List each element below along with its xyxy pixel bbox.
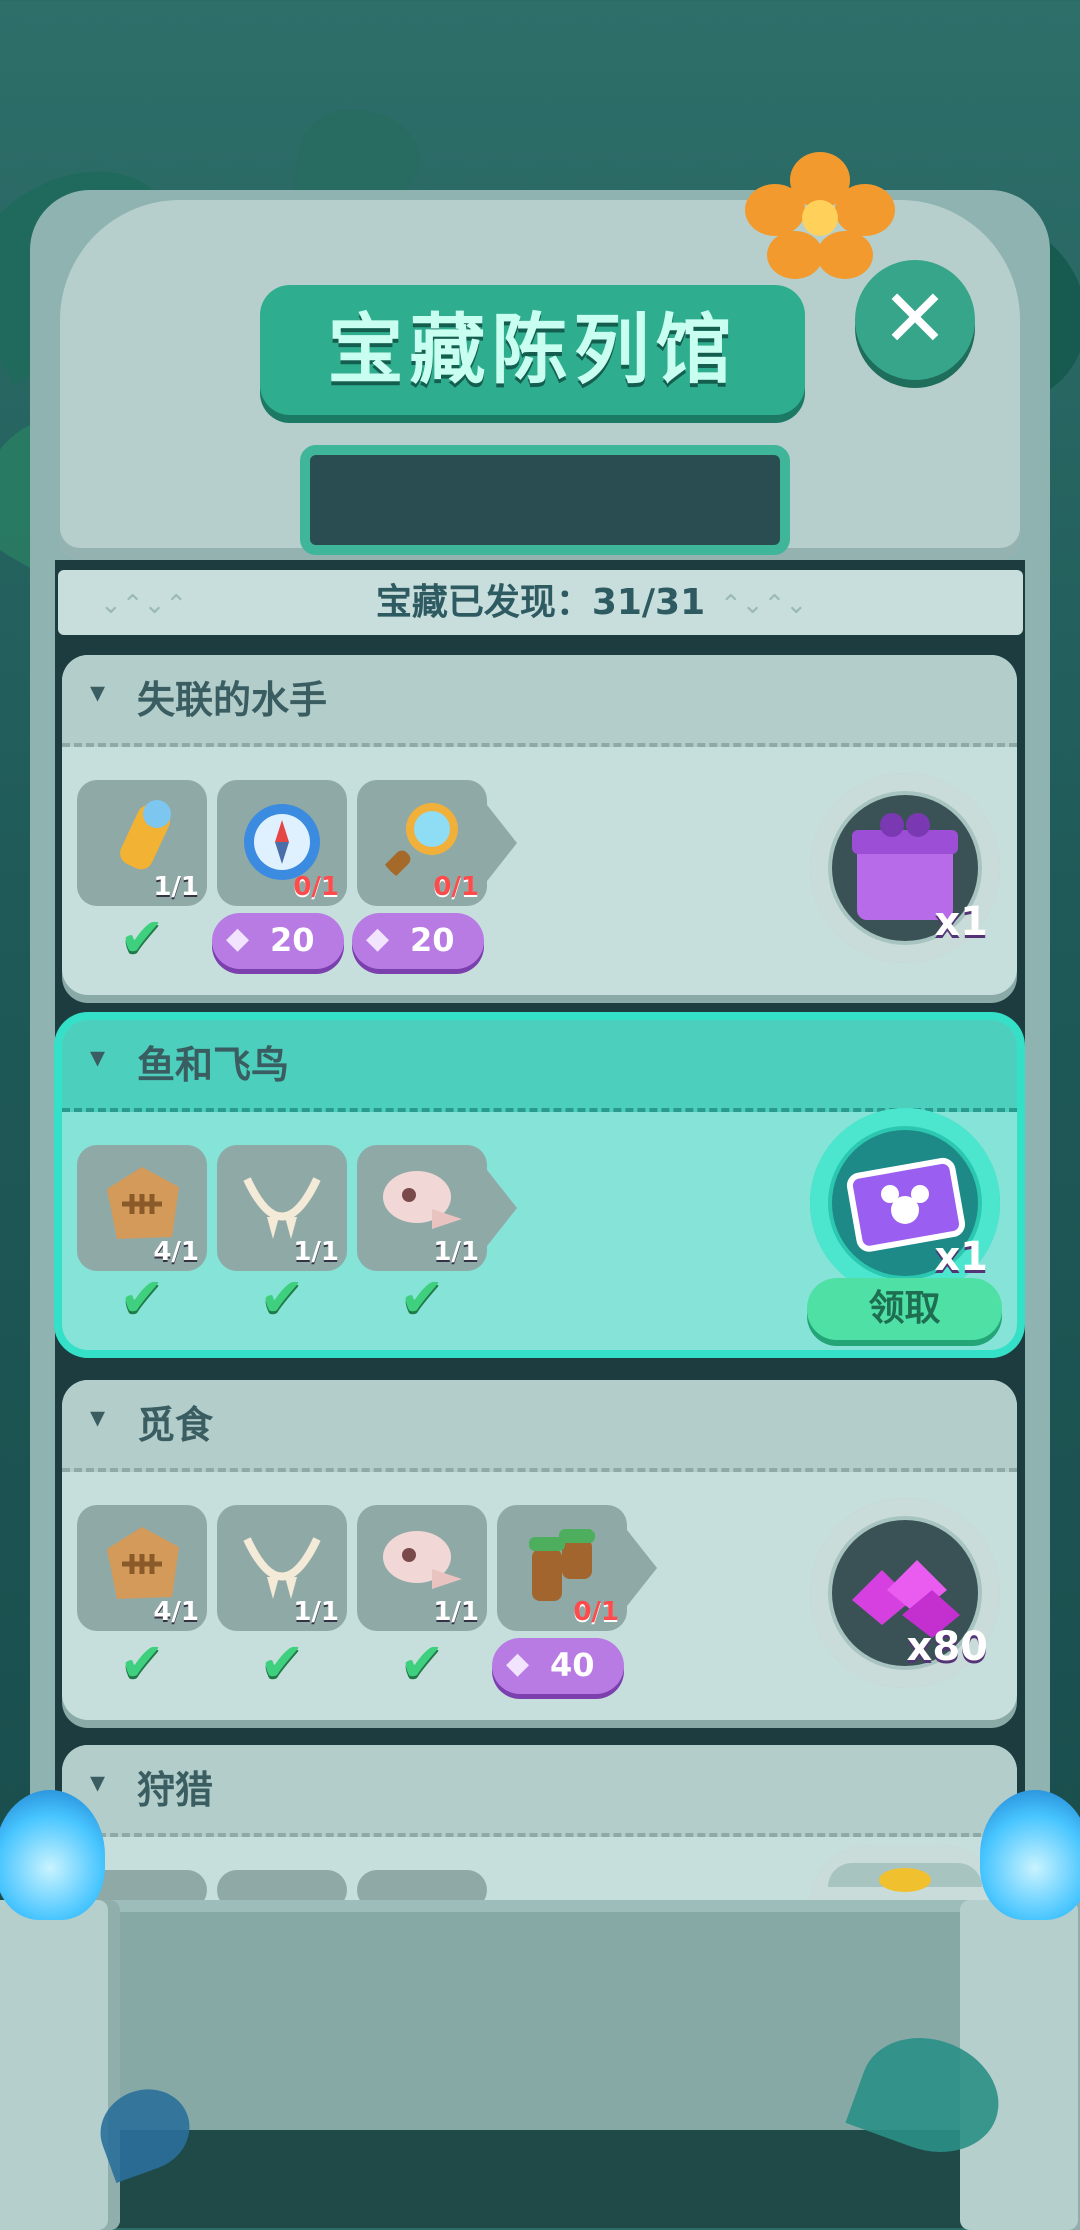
item-count: 1/1 [293, 1597, 339, 1627]
buy-with-gems-button[interactable]: ◆ 40 [492, 1638, 624, 1694]
set-reward[interactable]: x1 [810, 1108, 1000, 1298]
check-icon: ✔ [259, 1631, 305, 1694]
item-count: 1/1 [153, 872, 199, 902]
fish-fossil-icon [107, 1167, 179, 1239]
set-title: 鱼和飞鸟 [137, 1043, 290, 1087]
set-reward[interactable]: x80 [810, 1498, 1000, 1688]
set-card-header[interactable]: ▾ 鱼和飞鸟 [62, 1020, 1017, 1112]
check-icon: ✔ [119, 906, 165, 969]
stone-pillar-left [0, 1900, 120, 2230]
buy-with-gems-button[interactable]: ◆ 20 [212, 913, 344, 969]
set-reward[interactable]: x1 [810, 773, 1000, 963]
gem-icon: ◆ [506, 1646, 530, 1681]
chevron-down-icon: ▾ [90, 675, 106, 710]
check-icon: ✔ [119, 1631, 165, 1694]
treasure-item[interactable]: 4/1 [77, 1145, 207, 1271]
treasure-item[interactable]: 0/1 [217, 780, 347, 906]
treasure-item[interactable]: 1/1 [357, 1145, 517, 1271]
treasure-item[interactable]: 4/1 [77, 1505, 207, 1631]
bird-skull-icon [383, 1531, 462, 1589]
reward-quantity: x1 [934, 1234, 988, 1280]
reward-quantity: x1 [934, 899, 988, 945]
check-icon: ✔ [399, 1631, 445, 1694]
close-icon: ✕ [881, 272, 949, 365]
set-card-foraging: ▾ 觅食 4/1 ✔ 1/1 ✔ 1/1 ✔ 0/1 ◆ 40 x80 [62, 1380, 1017, 1720]
set-card-header[interactable]: ▾ 狩猎 [62, 1745, 1017, 1837]
chevron-down-icon: ▾ [90, 1400, 106, 1435]
treasure-item[interactable]: 1/1 [217, 1145, 347, 1271]
bone-necklace-icon [243, 1177, 321, 1239]
item-count: 0/1 [293, 872, 339, 902]
set-reward[interactable] [810, 1845, 1000, 1905]
compass-icon [244, 804, 320, 880]
flower-icon [745, 152, 895, 279]
item-count: 1/1 [433, 1237, 479, 1267]
telescope-icon [120, 800, 171, 870]
chevron-down-icon: ▾ [90, 1765, 106, 1800]
set-card-fish-and-bird: ▾ 鱼和飞鸟 4/1 ✔ 1/1 ✔ 1/1 ✔ x1 领取 [62, 1020, 1017, 1350]
item-count: 0/1 [573, 1597, 619, 1627]
claim-button[interactable]: 领取 [807, 1278, 1002, 1340]
treasure-item[interactable]: 0/1 [497, 1505, 657, 1631]
set-title: 狩猎 [137, 1768, 214, 1812]
reward-quantity: x80 [906, 1624, 988, 1670]
floor-shadow [60, 2130, 1020, 2228]
set-card-lost-sailor: ▾ 失联的水手 1/1 ✔ 0/1 ◆ 20 0/1 ◆ 20 x1 [62, 655, 1017, 995]
check-icon: ✔ [259, 1266, 305, 1329]
buy-with-gems-button[interactable]: ◆ 20 [352, 913, 484, 969]
close-button[interactable]: ✕ [855, 260, 975, 380]
bone-necklace-icon [243, 1537, 321, 1599]
gem-icon: ◆ [366, 921, 390, 956]
bird-skull-icon [383, 1171, 462, 1229]
item-count: 1/1 [433, 1597, 479, 1627]
check-icon: ✔ [119, 1266, 165, 1329]
set-title: 失联的水手 [137, 678, 328, 722]
check-icon: ✔ [399, 1266, 445, 1329]
treasures-found-label: 宝藏已发现：31/31 [375, 582, 706, 623]
slingshot-icon [529, 1529, 595, 1601]
item-count: 4/1 [153, 1597, 199, 1627]
set-card-hunting: ▾ 狩猎 [62, 1745, 1017, 1910]
chevron-down-icon: ▾ [90, 1040, 106, 1075]
item-count: 0/1 [433, 872, 479, 902]
treasure-item[interactable]: 1/1 [77, 780, 207, 906]
blue-flame-icon [0, 1790, 105, 1920]
set-title: 觅食 [137, 1403, 214, 1447]
item-count: 4/1 [153, 1237, 199, 1267]
set-card-header[interactable]: ▾ 失联的水手 [62, 655, 1017, 747]
page-title: 宝藏陈列馆 [327, 305, 738, 394]
treasure-item[interactable]: 0/1 [357, 780, 517, 906]
blue-flame-icon [980, 1790, 1080, 1920]
treasure-slot-panel [300, 445, 790, 555]
treasure-item[interactable]: 1/1 [217, 1505, 347, 1631]
treasure-item[interactable]: 1/1 [357, 1505, 487, 1631]
set-card-header[interactable]: ▾ 觅食 [62, 1380, 1017, 1472]
magnifier-icon [380, 803, 458, 881]
item-count: 1/1 [293, 1237, 339, 1267]
coin-icon [879, 1868, 931, 1892]
fish-fossil-icon [107, 1527, 179, 1599]
gem-icon: ◆ [226, 921, 250, 956]
